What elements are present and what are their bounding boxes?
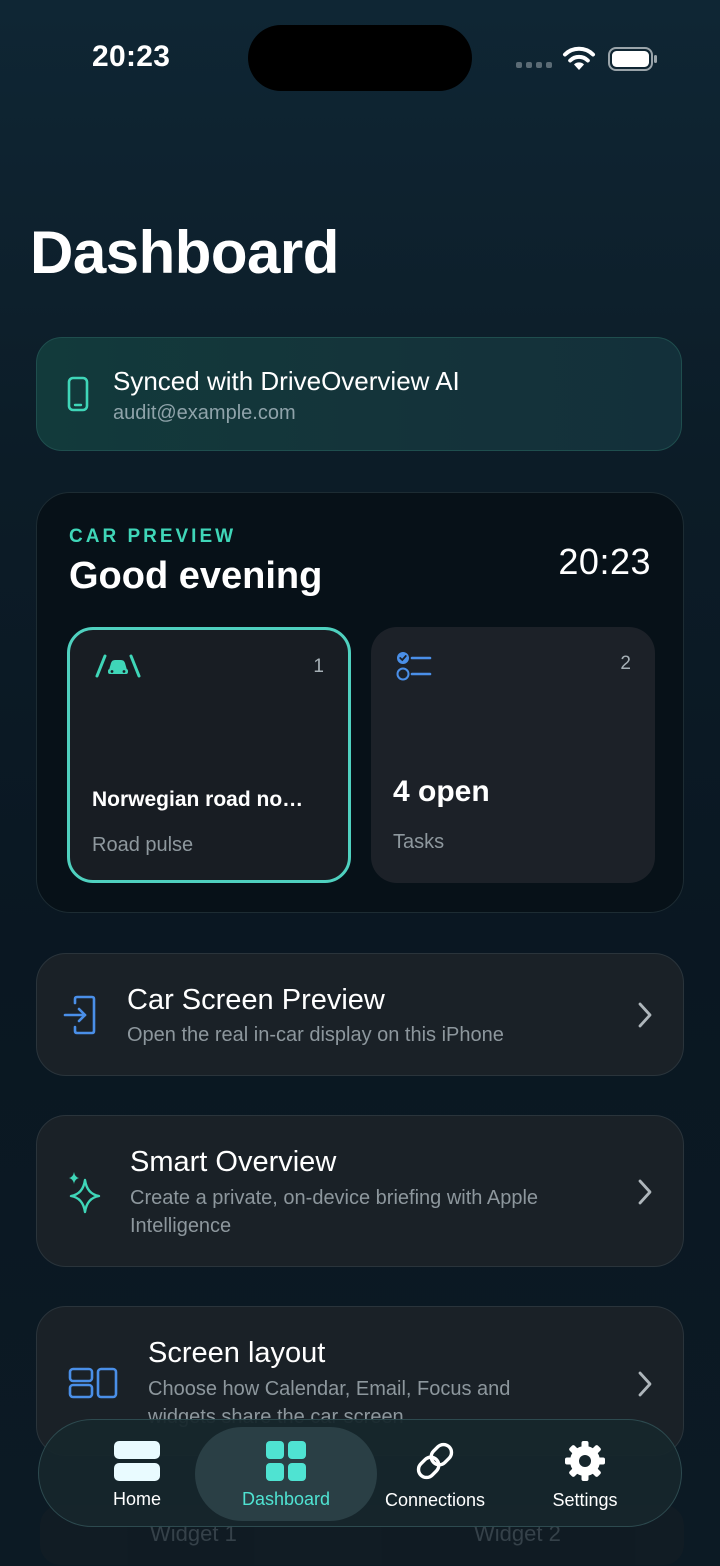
checklist-icon [396, 652, 432, 681]
tab-bar: Home Dashboard Connections Settings [38, 1419, 682, 1527]
car-preview-card: CAR PREVIEW Good evening 20:23 1 Norwegi… [36, 492, 684, 913]
row-title: Car Screen Preview [127, 984, 385, 1016]
cellular-signal-icon [516, 62, 552, 68]
link-icon [416, 1442, 454, 1480]
preview-clock: 20:23 [558, 541, 651, 582]
tab-label: Connections [384, 1490, 486, 1510]
chevron-right-icon [638, 1002, 652, 1028]
preview-tile-tasks[interactable]: 2 4 open Tasks [371, 627, 655, 883]
row-title: Smart Overview [130, 1146, 337, 1178]
row-title: Screen layout [148, 1337, 326, 1369]
tab-connections[interactable]: Connections [375, 1420, 495, 1528]
sync-status-card[interactable]: Synced with DriveOverview AI audit@examp… [36, 337, 682, 451]
tile-caption: Tasks [393, 831, 445, 853]
tab-label: Settings [552, 1490, 618, 1510]
grid-icon [266, 1441, 306, 1481]
sparkles-icon [69, 1172, 101, 1214]
home-icon [114, 1441, 160, 1481]
tab-label: Dashboard [241, 1489, 331, 1509]
chevron-right-icon [638, 1371, 652, 1397]
tile-index: 2 [620, 653, 631, 674]
page-title: Dashboard [30, 219, 339, 286]
tile-index: 1 [313, 656, 324, 677]
sync-account-email: audit@example.com [113, 402, 296, 424]
dynamic-island [248, 25, 472, 91]
preview-tile-road-pulse[interactable]: 1 Norwegian road no… Road pulse [67, 627, 351, 883]
road-car-icon [95, 654, 141, 678]
phone-icon [67, 376, 89, 412]
car-screen-preview-row[interactable]: Car Screen Preview Open the real in-car … [36, 953, 684, 1076]
row-subtitle: Open the real in-car display on this iPh… [127, 1024, 504, 1046]
tab-dashboard[interactable]: Dashboard [235, 1420, 337, 1528]
wifi-icon [563, 46, 595, 70]
tile-headline: 4 open [393, 775, 490, 808]
gear-icon [565, 1441, 605, 1481]
tile-caption: Road pulse [92, 834, 194, 856]
tab-settings[interactable]: Settings [533, 1420, 637, 1528]
car-preview-eyebrow: CAR PREVIEW [69, 526, 237, 547]
row-subtitle: Create a private, on-device briefing wit… [130, 1187, 539, 1237]
tab-home[interactable]: Home [89, 1420, 185, 1528]
greeting-text: Good evening [69, 555, 323, 597]
enter-screen-icon [63, 995, 96, 1035]
tile-headline: Norwegian road no… [92, 788, 304, 811]
sync-title: Synced with DriveOverview AI [113, 366, 460, 396]
layout-icon [68, 1367, 118, 1399]
status-time: 20:23 [92, 40, 171, 73]
smart-overview-row[interactable]: Smart Overview Create a private, on-devi… [36, 1115, 684, 1267]
chevron-right-icon [638, 1179, 652, 1205]
tab-label: Home [112, 1489, 161, 1509]
battery-icon [608, 47, 657, 71]
